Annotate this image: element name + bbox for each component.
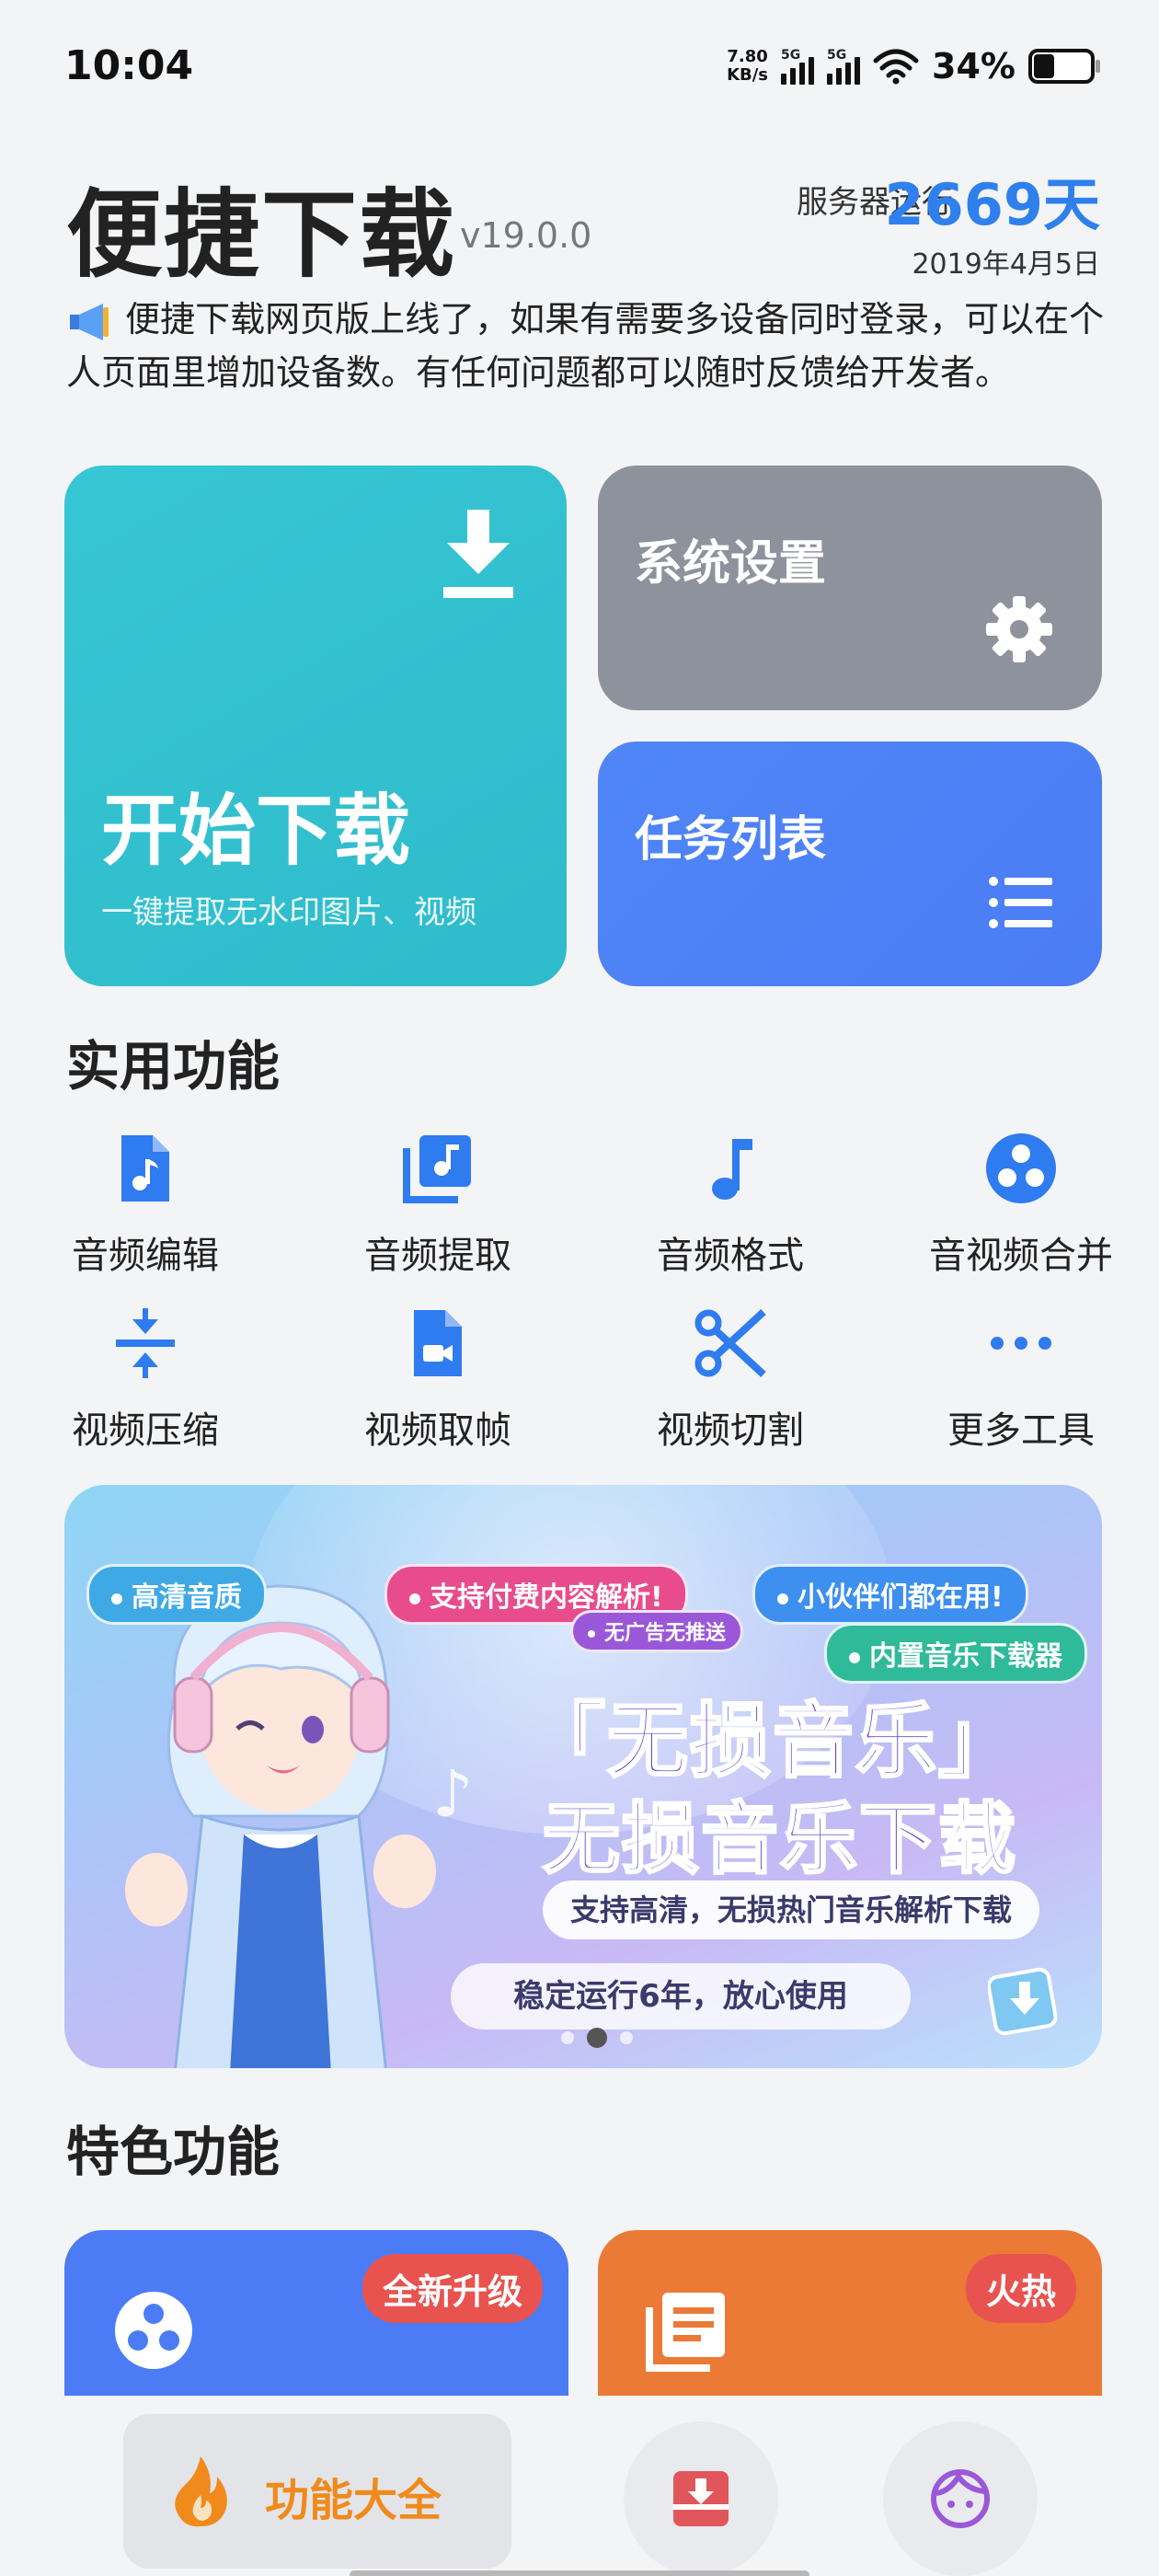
- tool-label: 音频提取: [364, 1235, 511, 1277]
- svg-text:♪: ♪: [432, 1756, 474, 1832]
- status-time: 10:04: [64, 42, 194, 89]
- document-list-icon: [646, 2293, 725, 2372]
- audio-edit-tool[interactable]: 音频编辑: [35, 1132, 256, 1279]
- tag-hd-quality: 高清音质: [86, 1564, 267, 1625]
- tool-label: 音频编辑: [72, 1235, 219, 1277]
- start-download-card[interactable]: 开始下载 一键提取无水印图片、视频: [64, 466, 567, 986]
- flame-icon: [175, 2456, 227, 2527]
- merge-circle-icon: [986, 1133, 1056, 1203]
- audio-file-icon: [121, 1135, 169, 1202]
- features-section-title: 特色功能: [66, 2121, 281, 2183]
- feature-badge-hot: 火热: [965, 2254, 1076, 2323]
- av-merge-tool[interactable]: 音视频合并: [911, 1132, 1131, 1279]
- tool-label: 音视频合并: [929, 1235, 1113, 1277]
- tool-label: 视频压缩: [72, 1409, 219, 1452]
- audio-extract-tool[interactable]: 音频提取: [327, 1132, 548, 1279]
- video-compress-tool[interactable]: 视频压缩: [35, 1306, 256, 1454]
- system-settings-title: 系统设置: [635, 536, 827, 592]
- tools-section-title: 实用功能: [66, 1035, 281, 1098]
- system-settings-card[interactable]: 系统设置: [598, 466, 1102, 710]
- video-cut-tool[interactable]: 视频切割: [620, 1306, 841, 1454]
- status-bar: 10:04 7.80 KB/s 5G 5G 34%: [0, 0, 1159, 129]
- tag-popular: 小伙伴们都在用!: [752, 1564, 1028, 1625]
- nav-all-features-label: 功能大全: [265, 2475, 442, 2526]
- bottom-nav: 功能大全: [0, 2396, 1159, 2576]
- more-tools[interactable]: 更多工具: [911, 1306, 1131, 1454]
- status-icons: 7.80 KB/s 5G 5G 34%: [727, 40, 1100, 92]
- download-box-icon: [673, 2471, 729, 2526]
- task-list-title: 任务列表: [635, 812, 827, 868]
- start-download-title: 开始下载: [101, 786, 411, 876]
- notice-text: 便捷下载网页版上线了，如果有需要多设备同时登录，可以在个人页面里增加设备数。有任…: [66, 299, 1105, 393]
- battery-percent: 34%: [932, 46, 1016, 86]
- megaphone-icon: [70, 303, 109, 340]
- start-download-subtitle: 一键提取无水印图片、视频: [101, 894, 476, 931]
- tag-music-downloader: 内置音乐下载器: [824, 1623, 1087, 1684]
- feature-card-merge[interactable]: 全新升级: [64, 2230, 568, 2414]
- tool-label: 视频切割: [657, 1409, 804, 1452]
- banner-pagination[interactable]: [561, 2028, 633, 2048]
- more-dots-icon: [991, 1337, 1051, 1350]
- signal-icon: 5G: [781, 48, 815, 85]
- app-version: v19.0.0: [460, 215, 592, 256]
- compress-icon: [116, 1308, 175, 1378]
- video-file-icon: [414, 1310, 462, 1376]
- nav-all-features[interactable]: 功能大全: [123, 2414, 511, 2569]
- banner-subtitle: 支持高清，无损热门音乐解析下载: [543, 1880, 1039, 1939]
- face-icon: [931, 2469, 990, 2528]
- app-title: 便捷下载: [66, 178, 457, 291]
- feature-card-documents[interactable]: 火热: [598, 2230, 1102, 2414]
- notice-banner[interactable]: 便捷下载网页版上线了，如果有需要多设备同时登录，可以在个人页面里增加设备数。有任…: [66, 293, 1106, 399]
- scissors-icon: [694, 1309, 766, 1377]
- banner-title-line2: 无损音乐下载: [541, 1793, 1018, 1886]
- tag-no-ads: 无广告无推送: [570, 1610, 744, 1652]
- wifi-icon: [873, 49, 919, 85]
- nav-profile[interactable]: [883, 2421, 1038, 2576]
- battery-icon: [1028, 49, 1100, 84]
- banner-title-line1: 「无损音乐」: [522, 1693, 1022, 1790]
- tool-label: 更多工具: [947, 1409, 1095, 1452]
- net-speed: 7.80 KB/s: [727, 47, 769, 85]
- signal-icon: 5G: [827, 48, 861, 85]
- music-library-icon: [403, 1135, 471, 1203]
- tool-label: 视频取帧: [364, 1409, 511, 1452]
- tool-label: 音频格式: [657, 1235, 804, 1277]
- video-frame-tool[interactable]: 视频取帧: [327, 1306, 548, 1454]
- music-note-icon: [712, 1139, 752, 1200]
- download-icon: [443, 510, 513, 598]
- server-date: 2019年4月5日: [912, 248, 1100, 281]
- home-indicator[interactable]: [350, 2570, 809, 2576]
- nav-downloads[interactable]: [624, 2421, 778, 2576]
- download-box-icon: [988, 1967, 1058, 2036]
- banner-footer: 稳定运行6年，放心使用: [451, 1963, 911, 2030]
- audio-format-tool[interactable]: 音频格式: [620, 1132, 841, 1279]
- feature-badge-upgrade: 全新升级: [361, 2254, 543, 2323]
- promo-banner[interactable]: ♪ ♫ 高清音质 支持付费内容解析! 无广告无推送 小伙伴们都在用! 内置音乐下…: [64, 1485, 1102, 2068]
- gear-icon: [986, 596, 1052, 662]
- server-days: 2669天: [884, 171, 1100, 238]
- merge-circle-icon: [115, 2292, 192, 2369]
- task-list-card[interactable]: 任务列表: [598, 742, 1102, 986]
- list-icon: [989, 877, 1052, 928]
